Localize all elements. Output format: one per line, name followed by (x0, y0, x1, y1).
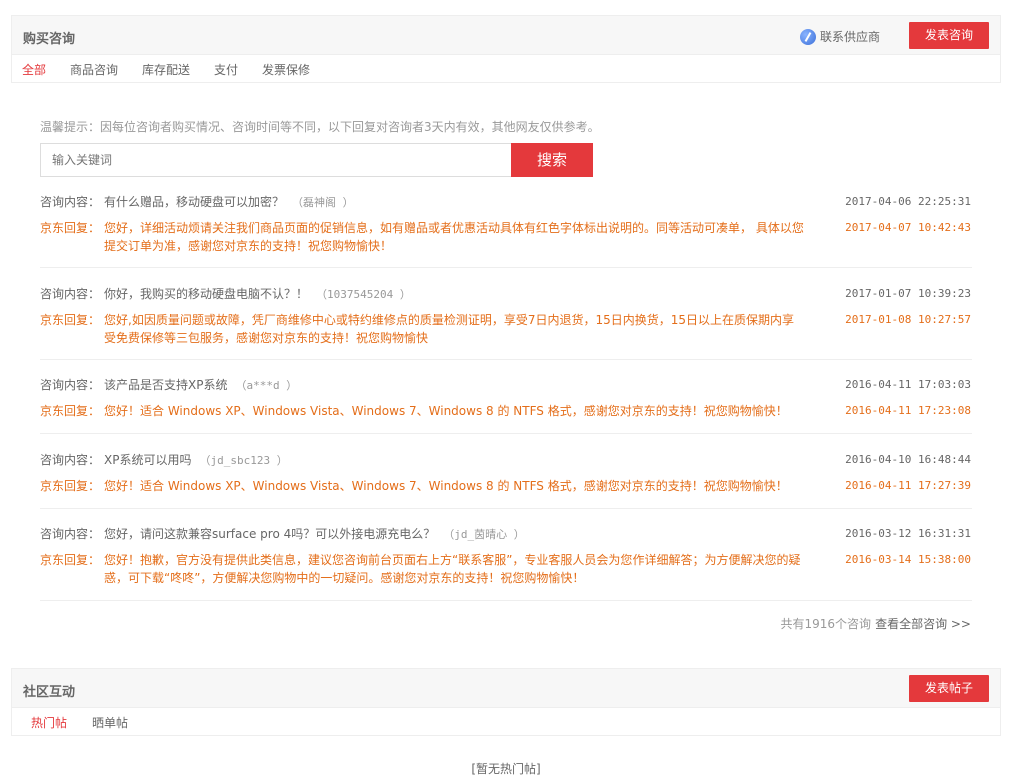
answer-row: 京东回复： 您好！适合 Windows XP、Windows Vista、Win… (40, 477, 972, 495)
asker-name: （jd_sbc123 ） (199, 454, 288, 467)
tab-hot-posts[interactable]: 热门帖 (31, 714, 67, 731)
consult-header: 购买咨询 联系供应商 发表咨询 全部 商品咨询 库存配送 支付 发票保修 (11, 15, 1001, 83)
question-label: 咨询内容： (40, 287, 101, 301)
question-text: 您好，请问这款兼容surface pro 4吗？可以外接电源充电么？ (104, 527, 436, 541)
qa-item: 咨询内容： 您好，请问这款兼容surface pro 4吗？可以外接电源充电么？… (40, 525, 972, 601)
answer-text: 您好！适合 Windows XP、Windows Vista、Windows 7… (104, 479, 788, 493)
answer-label: 京东回复： (40, 404, 101, 418)
consult-header-bar: 购买咨询 联系供应商 发表咨询 (11, 15, 1001, 55)
asker-name: （磊神阁 ） (292, 196, 354, 209)
community-header-bar: 社区互动 发表帖子 (11, 668, 1001, 708)
answer-time: 2016-04-11 17:27:39 (845, 479, 971, 492)
question-text: 该产品是否支持XP系统 (104, 378, 228, 392)
answer-row: 京东回复： 您好,如因质量问题或故障，凭厂商维修中心或特约维修点的质量检测证明，… (40, 311, 972, 347)
consult-total: 共有1916个咨询 查看全部咨询 >> (781, 615, 971, 632)
answer-time: 2017-04-07 10:42:43 (845, 221, 971, 234)
asker-name: （a***d ） (235, 379, 298, 392)
answer-label: 京东回复： (40, 221, 101, 235)
answer-time: 2016-03-14 15:38:00 (845, 553, 971, 566)
question-row: 咨询内容： 你好，我购买的移动硬盘电脑不认？！ （1037545204 ） 201… (40, 285, 972, 304)
consult-tip: 温馨提示：因每位咨询者购买情况、咨询时间等不同，以下回复对咨询者3天内有效，其他… (40, 120, 600, 134)
contact-supplier-link[interactable]: 联系供应商 (799, 28, 880, 45)
asker-name: （jd_茵晴心 ） (443, 528, 525, 541)
post-consult-button[interactable]: 发表咨询 (909, 22, 989, 49)
answer-text: 您好！适合 Windows XP、Windows Vista、Windows 7… (104, 404, 788, 418)
asker-name: （1037545204 ） (316, 288, 411, 301)
search-button[interactable]: 搜索 (511, 143, 593, 177)
answer-row: 京东回复： 您好！抱歉，官方没有提供此类信息，建议您咨询前台页面右上方“联系客服… (40, 551, 972, 587)
answer-time: 2017-01-08 10:27:57 (845, 313, 971, 326)
question-text: 有什么赠品，移动硬盘可以加密？ (104, 195, 285, 209)
answer-text: 您好,如因质量问题或故障，凭厂商维修中心或特约维修点的质量检测证明，享受7日内退… (104, 313, 794, 345)
question-label: 咨询内容： (40, 453, 101, 467)
post-thread-button[interactable]: 发表帖子 (909, 675, 989, 702)
question-row: 咨询内容： 有什么赠品，移动硬盘可以加密？ （磊神阁 ） 2017-04-06 2… (40, 193, 972, 212)
community-title: 社区互动 (23, 685, 76, 700)
community-tabs: 热门帖 晒单帖 (11, 708, 1001, 736)
answer-text: 您好，详细活动烦请关注我们商品页面的促销信息，如有赠品或者优惠活动具体有红色字体… (104, 221, 804, 253)
tab-invoice-warranty[interactable]: 发票保修 (262, 61, 310, 78)
answer-label: 京东回复： (40, 553, 101, 567)
question-time: 2017-04-06 22:25:31 (845, 195, 971, 208)
answer-row: 京东回复： 您好！适合 Windows XP、Windows Vista、Win… (40, 402, 972, 420)
answer-label: 京东回复： (40, 313, 101, 327)
tab-product[interactable]: 商品咨询 (70, 61, 118, 78)
tab-all[interactable]: 全部 (22, 61, 46, 78)
answer-row: 京东回复： 您好，详细活动烦请关注我们商品页面的促销信息，如有赠品或者优惠活动具… (40, 219, 972, 255)
question-time: 2016-03-12 16:31:31 (845, 527, 971, 540)
tab-review-posts[interactable]: 晒单帖 (92, 714, 128, 731)
question-row: 咨询内容： XP系统可以用吗 （jd_sbc123 ） 2016-04-10 16… (40, 451, 972, 470)
answer-label: 京东回复： (40, 479, 101, 493)
consult-tabs: 全部 商品咨询 库存配送 支付 发票保修 (11, 55, 1001, 83)
consult-title: 购买咨询 (23, 32, 76, 47)
question-time: 2017-01-07 10:39:23 (845, 287, 971, 300)
question-row: 咨询内容： 您好，请问这款兼容surface pro 4吗？可以外接电源充电么？… (40, 525, 972, 544)
question-text: XP系统可以用吗 (104, 453, 192, 467)
keyword-search-input[interactable] (40, 143, 512, 177)
qa-item: 咨询内容： XP系统可以用吗 （jd_sbc123 ） 2016-04-10 16… (40, 451, 972, 509)
answer-text: 您好！抱歉，官方没有提供此类信息，建议您咨询前台页面右上方“联系客服”，专业客服… (104, 553, 801, 585)
question-label: 咨询内容： (40, 527, 101, 541)
qa-item: 咨询内容： 有什么赠品，移动硬盘可以加密？ （磊神阁 ） 2017-04-06 2… (40, 193, 972, 268)
tab-payment[interactable]: 支付 (214, 61, 238, 78)
question-label: 咨询内容： (40, 378, 101, 392)
community-section: 社区互动 发表帖子 热门帖 晒单帖 (11, 668, 1001, 736)
supplier-chat-icon (799, 29, 816, 45)
qa-item: 咨询内容： 你好，我购买的移动硬盘电脑不认？！ （1037545204 ） 201… (40, 285, 972, 360)
no-hot-posts-text: [暂无热门帖] (471, 762, 541, 776)
contact-supplier-label: 联系供应商 (819, 30, 880, 44)
answer-time: 2016-04-11 17:23:08 (845, 404, 971, 417)
tab-stock-delivery[interactable]: 库存配送 (142, 61, 190, 78)
view-all-consult-link[interactable]: 查看全部咨询 >> (875, 617, 971, 631)
qa-item: 咨询内容： 该产品是否支持XP系统 （a***d ） 2016-04-11 17:… (40, 376, 972, 434)
question-text: 你好，我购买的移动硬盘电脑不认？！ (104, 287, 309, 301)
question-time: 2016-04-10 16:48:44 (845, 453, 971, 466)
question-time: 2016-04-11 17:03:03 (845, 378, 971, 391)
question-row: 咨询内容： 该产品是否支持XP系统 （a***d ） 2016-04-11 17:… (40, 376, 972, 395)
consult-total-text: 共有1916个咨询 (780, 617, 872, 631)
question-label: 咨询内容： (40, 195, 101, 209)
